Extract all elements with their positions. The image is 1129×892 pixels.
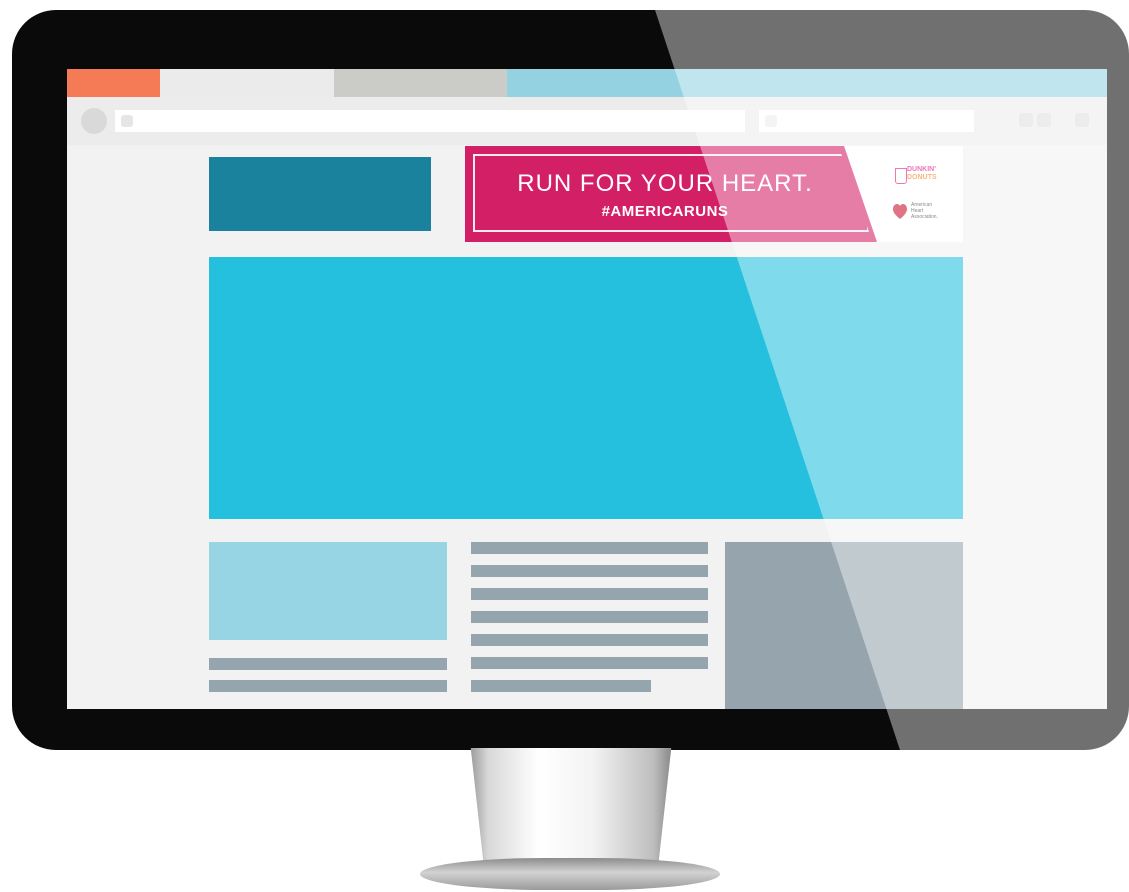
tab-2[interactable]: [160, 69, 334, 97]
american-heart-association-logo: American Heart Association.: [911, 202, 961, 220]
tab-bar: [67, 69, 1107, 97]
cup-icon: [895, 168, 907, 184]
control-icon[interactable]: [1019, 113, 1033, 127]
control-icon[interactable]: [1037, 113, 1051, 127]
text-line: [471, 657, 708, 669]
text-line: [471, 634, 708, 646]
aha-line3: Association.: [911, 214, 938, 220]
address-toolbar: [67, 97, 1107, 145]
sidebar-image-placeholder[interactable]: [725, 542, 963, 709]
text-line: [471, 611, 708, 623]
text-line: [471, 542, 708, 554]
ad-hashtag: #AMERICARUNS: [601, 203, 729, 220]
search-icon: [765, 115, 777, 127]
dunkin-line1: DUNKIN': [907, 166, 936, 173]
tab-4[interactable]: [507, 69, 1107, 97]
page-icon: [121, 115, 133, 127]
text-line: [471, 565, 708, 577]
ad-banner[interactable]: RUN FOR YOUR HEART. #AMERICARUNS DUNKIN'…: [465, 146, 963, 242]
tab-active[interactable]: [67, 69, 160, 97]
monitor-bezel: RUN FOR YOUR HEART. #AMERICARUNS DUNKIN'…: [12, 10, 1129, 750]
text-line: [209, 658, 447, 670]
monitor-stand-neck: [470, 748, 672, 866]
card-image-placeholder[interactable]: [209, 542, 447, 640]
text-line: [209, 680, 447, 692]
search-input[interactable]: [759, 110, 974, 132]
browser-screen: RUN FOR YOUR HEART. #AMERICARUNS DUNKIN'…: [67, 69, 1107, 709]
monitor-stand-base: [420, 858, 720, 890]
ad-headline: RUN FOR YOUR HEART.: [517, 170, 813, 197]
hero-image-placeholder[interactable]: [209, 257, 963, 519]
dunkin-line2: DONUTS: [907, 174, 937, 181]
url-bar[interactable]: [115, 110, 745, 132]
tab-3[interactable]: [334, 69, 507, 97]
site-logo-placeholder[interactable]: [209, 157, 431, 231]
text-line: [471, 588, 708, 600]
circle-button-icon[interactable]: [81, 108, 107, 134]
control-icon[interactable]: [1075, 113, 1089, 127]
heart-icon: [893, 204, 907, 219]
text-line: [471, 680, 651, 692]
dunkin-donuts-logo: DUNKIN' DONUTS: [907, 166, 963, 186]
